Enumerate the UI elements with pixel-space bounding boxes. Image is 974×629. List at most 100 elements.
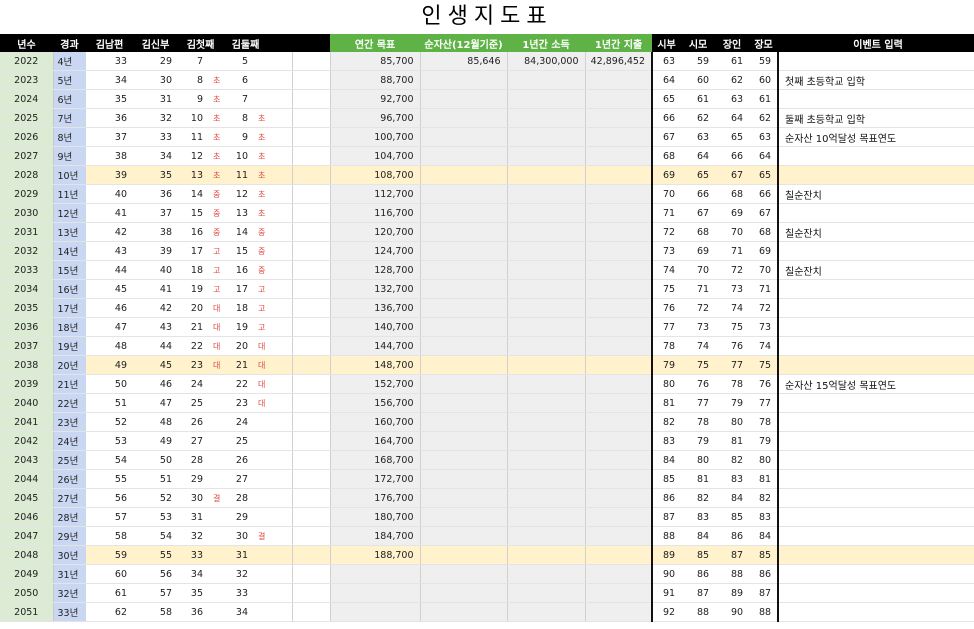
row-annual-expense[interactable]: [584, 393, 653, 413]
row-spacer[interactable]: [268, 545, 293, 565]
row-year[interactable]: 2046: [0, 507, 54, 527]
row-annual-goal[interactable]: 128,700: [329, 260, 421, 280]
row-elapsed[interactable]: 26년: [53, 469, 86, 489]
row-annual-goal[interactable]: 160,700: [329, 412, 421, 432]
row-annual-goal[interactable]: 112,700: [329, 184, 421, 204]
row-first-child-age[interactable]: 12: [178, 146, 209, 166]
row-net-worth[interactable]: [419, 127, 508, 147]
row-spacer[interactable]: [268, 602, 293, 622]
row-spacer[interactable]: [268, 108, 293, 128]
row-second-child-school[interactable]: [254, 52, 269, 71]
row-first-child-school[interactable]: 고: [209, 241, 224, 261]
row-annual-goal[interactable]: 188,700: [329, 545, 421, 565]
row-wife-father-age[interactable]: 62: [715, 70, 750, 90]
row-second-child-age[interactable]: 7: [223, 89, 255, 109]
row-second-child-age[interactable]: 8: [223, 108, 255, 128]
row-net-worth[interactable]: [419, 602, 508, 622]
col-header-annual-income[interactable]: 1년간 소득: [507, 34, 586, 52]
row-annual-income[interactable]: [506, 393, 586, 413]
row-wife-father-age[interactable]: 71: [715, 241, 750, 261]
row-spacer[interactable]: [291, 393, 331, 413]
row-second-child-age[interactable]: 14: [223, 222, 255, 242]
row-second-child-age[interactable]: 24: [223, 412, 255, 432]
row-first-child-age[interactable]: 33: [178, 545, 209, 565]
row-net-worth[interactable]: [419, 412, 508, 432]
row-father-in-law-age[interactable]: 90: [651, 564, 682, 584]
row-spacer[interactable]: [291, 52, 331, 71]
row-annual-expense[interactable]: [584, 260, 653, 280]
row-second-child-age[interactable]: 5: [223, 52, 255, 71]
row-wife-father-age[interactable]: 82: [715, 450, 750, 470]
row-wife-father-age[interactable]: 70: [715, 222, 750, 242]
row-second-child-age[interactable]: 19: [223, 317, 255, 337]
row-year[interactable]: 2030: [0, 203, 54, 223]
row-husband-age[interactable]: 61: [86, 583, 133, 603]
row-annual-income[interactable]: [506, 336, 586, 356]
row-wife-mother-age[interactable]: 70: [749, 260, 780, 280]
row-second-child-school[interactable]: [254, 412, 269, 432]
row-annual-income[interactable]: [506, 222, 586, 242]
row-elapsed[interactable]: 11년: [53, 184, 86, 204]
row-wife-father-age[interactable]: 76: [715, 336, 750, 356]
row-wife-father-age[interactable]: 80: [715, 412, 750, 432]
row-second-child-school[interactable]: 중: [254, 260, 269, 280]
row-husband-age[interactable]: 39: [86, 165, 133, 185]
row-elapsed[interactable]: 21년: [53, 374, 86, 394]
row-second-child-age[interactable]: 21: [223, 355, 255, 375]
row-annual-goal[interactable]: 85,700: [329, 52, 421, 71]
row-net-worth[interactable]: 85,646: [419, 52, 508, 71]
row-father-in-law-age[interactable]: 79: [651, 355, 682, 375]
row-wife-age[interactable]: 33: [133, 127, 178, 147]
row-husband-age[interactable]: 60: [86, 564, 133, 584]
row-wife-mother-age[interactable]: 85: [749, 545, 780, 565]
row-annual-goal[interactable]: [329, 564, 421, 584]
row-wife-mother-age[interactable]: 64: [749, 146, 780, 166]
row-first-child-age[interactable]: 29: [178, 469, 209, 489]
row-event[interactable]: 순자산 15억달성 목표연도: [778, 374, 974, 394]
row-net-worth[interactable]: [419, 488, 508, 508]
row-net-worth[interactable]: [419, 89, 508, 109]
row-first-child-school[interactable]: [209, 52, 224, 71]
row-first-child-age[interactable]: 21: [178, 317, 209, 337]
row-second-child-age[interactable]: 34: [223, 602, 255, 622]
row-spacer[interactable]: [268, 374, 293, 394]
row-net-worth[interactable]: [419, 298, 508, 318]
row-annual-income[interactable]: [506, 488, 586, 508]
row-annual-income[interactable]: [506, 431, 586, 451]
row-event[interactable]: [778, 545, 974, 565]
row-annual-goal[interactable]: 144,700: [329, 336, 421, 356]
row-annual-income[interactable]: [506, 469, 586, 489]
row-annual-goal[interactable]: 156,700: [329, 393, 421, 413]
row-spacer[interactable]: [268, 583, 293, 603]
row-wife-age[interactable]: 44: [133, 336, 178, 356]
row-second-child-age[interactable]: 25: [223, 431, 255, 451]
row-husband-age[interactable]: 36: [86, 108, 133, 128]
row-first-child-age[interactable]: 22: [178, 336, 209, 356]
row-wife-mother-age[interactable]: 78: [749, 412, 780, 432]
row-mother-in-law-age[interactable]: 81: [681, 469, 716, 489]
row-wife-father-age[interactable]: 86: [715, 526, 750, 546]
row-wife-age[interactable]: 54: [133, 526, 178, 546]
row-net-worth[interactable]: [419, 545, 508, 565]
row-wife-father-age[interactable]: 89: [715, 583, 750, 603]
row-annual-expense[interactable]: [584, 488, 653, 508]
row-event[interactable]: 칠순잔치: [778, 222, 974, 242]
row-net-worth[interactable]: [419, 222, 508, 242]
row-net-worth[interactable]: [419, 393, 508, 413]
row-first-child-age[interactable]: 19: [178, 279, 209, 299]
row-first-child-school[interactable]: 대: [209, 317, 224, 337]
row-mother-in-law-age[interactable]: 80: [681, 450, 716, 470]
row-second-child-age[interactable]: 28: [223, 488, 255, 508]
row-annual-income[interactable]: [506, 165, 586, 185]
row-annual-goal[interactable]: [329, 583, 421, 603]
row-spacer[interactable]: [291, 374, 331, 394]
row-spacer[interactable]: [291, 165, 331, 185]
row-second-child-age[interactable]: 17: [223, 279, 255, 299]
row-first-child-age[interactable]: 20: [178, 298, 209, 318]
row-second-child-school[interactable]: 고: [254, 279, 269, 299]
row-year[interactable]: 2043: [0, 450, 54, 470]
row-event[interactable]: [778, 52, 974, 71]
row-wife-age[interactable]: 55: [133, 545, 178, 565]
row-first-child-age[interactable]: 18: [178, 260, 209, 280]
row-annual-income[interactable]: [506, 317, 586, 337]
